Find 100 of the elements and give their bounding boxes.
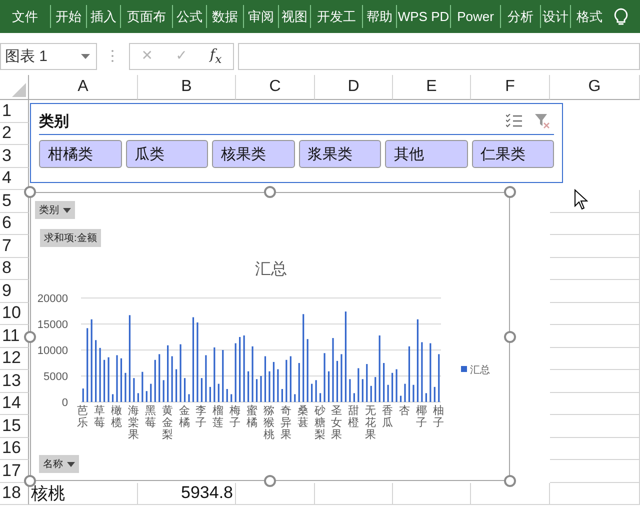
field-button[interactable]: 类别: [35, 201, 75, 219]
slicer-item[interactable]: 柑橘类: [39, 140, 122, 168]
table-cell[interactable]: [550, 258, 640, 280]
ribbon-tab[interactable]: Power: [450, 5, 500, 28]
column-header[interactable]: F: [471, 75, 550, 100]
ribbon-tab[interactable]: 公式: [172, 5, 206, 28]
axis-tick-label: 10000: [37, 345, 68, 357]
row-header[interactable]: 8: [0, 258, 29, 280]
row-header[interactable]: 17: [0, 460, 29, 482]
row-header[interactable]: 16: [0, 438, 29, 460]
column-header[interactable]: A: [29, 75, 138, 100]
multi-select-icon[interactable]: [506, 114, 522, 128]
bar: [400, 396, 402, 402]
column-header[interactable]: D: [315, 75, 393, 100]
table-cell[interactable]: [550, 348, 640, 370]
chart-title: 汇总: [255, 261, 287, 278]
table-cell[interactable]: [393, 482, 471, 505]
clear-filter-icon[interactable]: [534, 113, 550, 129]
row-header[interactable]: 3: [0, 145, 29, 168]
bar: [112, 394, 114, 402]
ribbon-tab[interactable]: 数据: [206, 5, 243, 28]
formula-button[interactable]: f$_{x}$: [206, 46, 226, 66]
axis-category-label: 圣女果: [331, 405, 342, 442]
axis-tick-label: 15000: [37, 319, 68, 331]
ribbon-tab[interactable]: 文件: [0, 5, 50, 28]
resize-handle[interactable]: [264, 475, 276, 487]
resize-handle[interactable]: [504, 475, 516, 487]
slicer-item[interactable]: 仁果类: [472, 140, 554, 168]
axis-category-label: 猕猴桃: [263, 405, 274, 442]
ribbon-tab[interactable]: 审阅: [243, 5, 278, 28]
ribbon-tab[interactable]: 格式: [570, 5, 608, 28]
axis-tick-label: 0: [62, 397, 68, 409]
row-header[interactable]: 11: [0, 325, 29, 348]
name-box[interactable]: 图表 1: [0, 42, 97, 70]
resize-handle[interactable]: [504, 186, 516, 198]
table-cell[interactable]: [550, 415, 640, 438]
grip-icon: [111, 50, 114, 62]
axis-category-label: 无花果: [365, 405, 376, 442]
ribbon-tab[interactable]: 视图: [278, 5, 310, 28]
ribbon-tab[interactable]: 帮助: [362, 5, 396, 28]
row-header[interactable]: 13: [0, 370, 29, 392]
ribbon-tab[interactable]: 分析: [500, 5, 540, 28]
slicer-item[interactable]: 核果类: [212, 140, 294, 168]
table-cell[interactable]: 5934.8: [138, 482, 236, 505]
field-button[interactable]: 名称: [39, 455, 79, 473]
axis-category-label: 李子: [196, 405, 207, 430]
axis-category-label: 橄榄: [111, 405, 122, 430]
table-cell[interactable]: [550, 460, 640, 482]
table-cell[interactable]: [550, 302, 640, 325]
slicer-title: 类别: [39, 112, 70, 130]
column-header[interactable]: C: [236, 75, 315, 100]
row-header[interactable]: 12: [0, 348, 29, 370]
chart-area[interactable]: 类别 求和项:金额 名称 汇总 0 5000 10000 15000 20000 汇总 芭乐 草莓 橄榄 海棠果 黑莓 黄金梨 金橘 李子 榴莲 梅子 蜜橘 猕猴桃 奇异果 桑葚 砂糖梨 圣女果 甜橙 无花果 香瓜 杏 椰子 柚子: [30, 192, 510, 481]
table-cell[interactable]: [550, 325, 640, 348]
dropdown-caret-icon: [63, 208, 71, 212]
axis-category-label: 椰子: [416, 405, 427, 430]
table-cell[interactable]: [550, 438, 640, 460]
resize-handle[interactable]: [264, 186, 276, 198]
formula-input[interactable]: [238, 42, 640, 70]
axis-category-label: 杏: [399, 405, 410, 418]
table-cell[interactable]: [550, 482, 640, 505]
slicer-item[interactable]: 瓜类: [126, 140, 208, 168]
column-header[interactable]: G: [550, 75, 640, 100]
row-header[interactable]: 10: [0, 302, 29, 325]
row-header[interactable]: 6: [0, 212, 29, 235]
axis-category-label: 黄金梨: [162, 405, 173, 442]
row-header[interactable]: 7: [0, 235, 29, 258]
row-header[interactable]: 4: [0, 168, 29, 190]
table-cell[interactable]: [550, 235, 640, 258]
axis-category-label: 桑葚: [297, 405, 308, 430]
row-header[interactable]: 14: [0, 392, 29, 415]
select-all-corner[interactable]: [0, 75, 29, 100]
ribbon-tab[interactable]: 开发工: [310, 5, 362, 28]
axis-tick-label: 20000: [37, 293, 68, 305]
row-header[interactable]: 9: [0, 280, 29, 302]
axis-category-label: 甜橙: [348, 405, 360, 430]
table-cell[interactable]: [550, 392, 640, 415]
slicer-item[interactable]: 浆果类: [298, 140, 381, 168]
ribbon-tab[interactable]: 开始: [50, 5, 86, 28]
bar: [256, 379, 258, 402]
field-button[interactable]: 求和项:金额: [40, 229, 101, 247]
ribbon-tab[interactable]: WPS PD: [396, 5, 450, 28]
axis-category-label: 金橘: [178, 405, 190, 430]
table-cell[interactable]: [550, 280, 640, 302]
row-header[interactable]: 18: [0, 482, 29, 505]
ribbon-tab[interactable]: 设计: [540, 5, 570, 28]
slicer-item[interactable]: 其他: [385, 140, 468, 168]
row-header[interactable]: 15: [0, 415, 29, 438]
row-header[interactable]: 2: [0, 122, 29, 145]
bar: [264, 356, 266, 402]
table-cell[interactable]: [550, 212, 640, 235]
table-cell[interactable]: [315, 482, 393, 505]
table-cell[interactable]: [550, 370, 640, 392]
axis-category-label: 香瓜: [382, 405, 394, 430]
column-header[interactable]: B: [138, 75, 236, 100]
ribbon-tab[interactable]: 页面布: [120, 5, 172, 28]
row-header[interactable]: 1: [0, 100, 29, 122]
ribbon-tab[interactable]: 插入: [86, 5, 120, 28]
lightbulb-icon[interactable]: [614, 8, 628, 26]
column-header[interactable]: E: [393, 75, 471, 100]
